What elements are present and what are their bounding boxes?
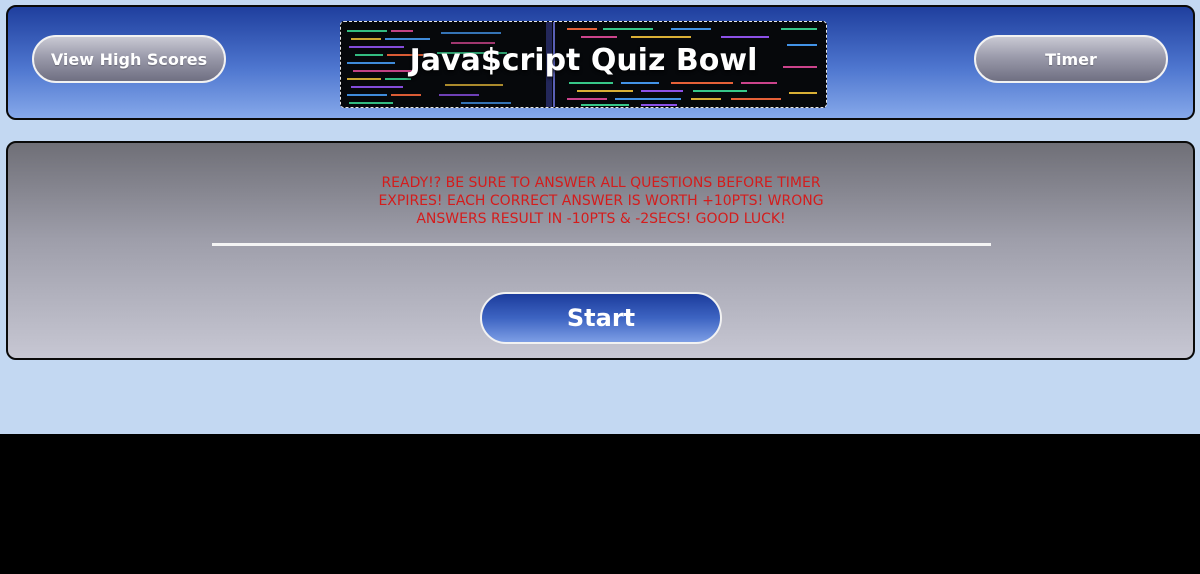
title-banner: Java$cript Quiz Bowl bbox=[340, 21, 827, 108]
quiz-panel: Ready!? Be sure to answer all questions … bbox=[6, 141, 1195, 360]
timer-button[interactable]: Timer bbox=[974, 35, 1168, 83]
quiz-page: View High Scores Java$cript Quiz Bowl Ti… bbox=[0, 0, 1200, 434]
page-title: Java$cript Quiz Bowl bbox=[409, 43, 758, 78]
empty-viewport-area bbox=[0, 434, 1200, 574]
header-bar: View High Scores Java$cript Quiz Bowl Ti… bbox=[6, 5, 1195, 120]
divider-line bbox=[212, 243, 991, 246]
instructions-text: Ready!? Be sure to answer all questions … bbox=[378, 175, 824, 227]
start-button[interactable]: Start bbox=[480, 292, 722, 344]
view-high-scores-button[interactable]: View High Scores bbox=[32, 35, 226, 83]
